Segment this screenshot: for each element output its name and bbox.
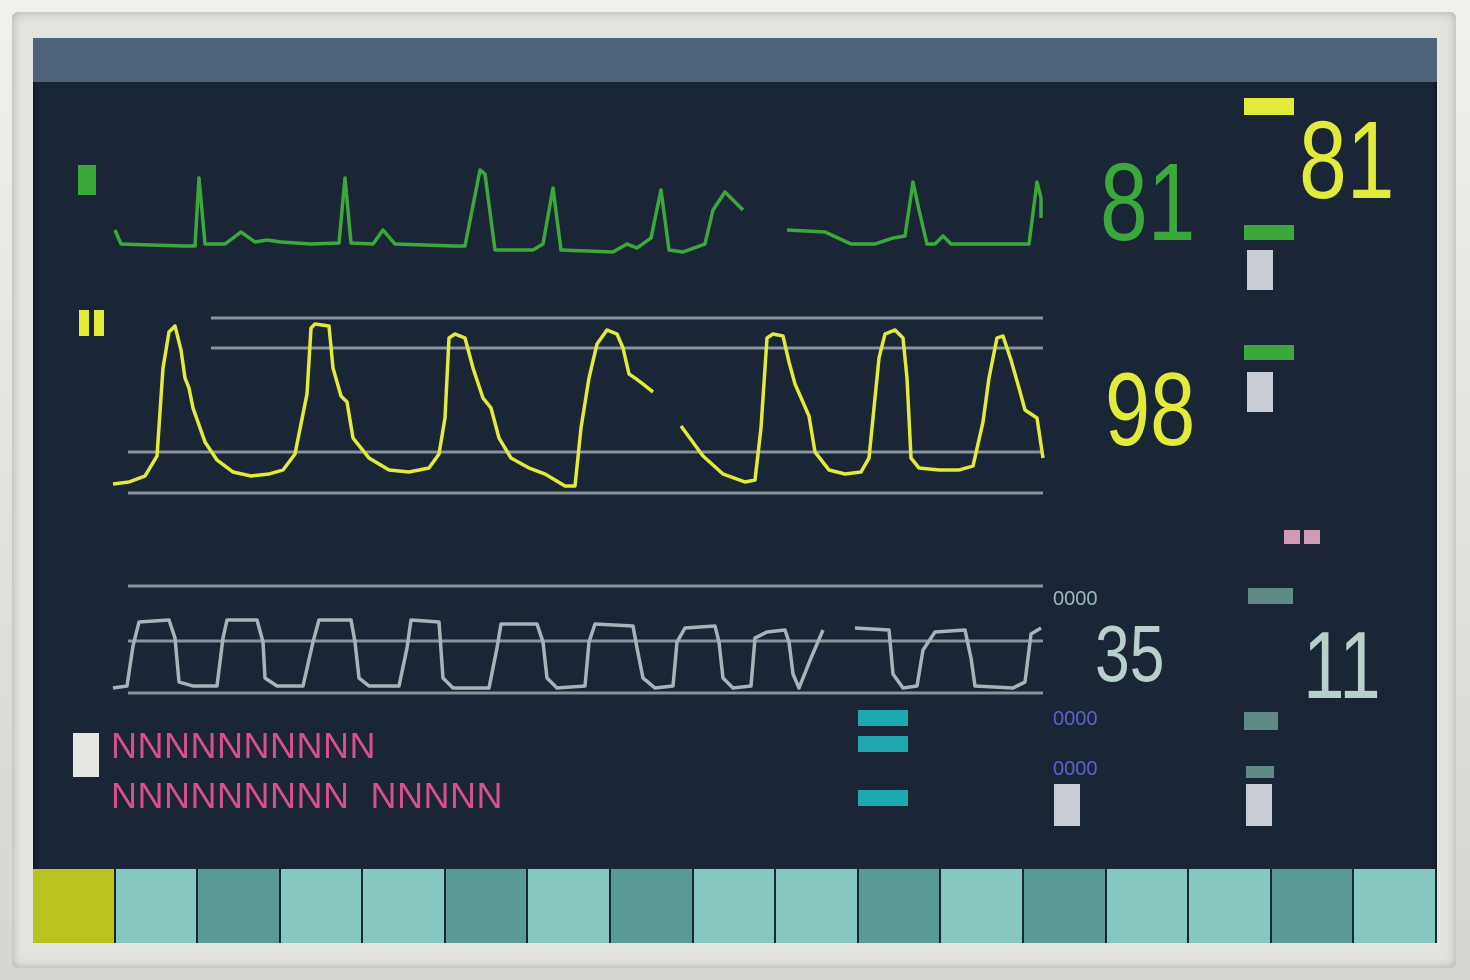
resp-value: 35 xyxy=(1095,609,1165,698)
softkey-4[interactable] xyxy=(280,869,364,943)
softkey-17[interactable] xyxy=(1354,869,1437,943)
right-gray-block-3 xyxy=(1246,784,1272,826)
cyan-marker-3 xyxy=(858,790,908,806)
softkey-8[interactable] xyxy=(611,869,694,943)
right-bottom-value: 11 xyxy=(1303,612,1381,719)
pleth-channel-marker xyxy=(79,310,89,336)
right-green-bar-2 xyxy=(1244,345,1294,360)
cyan-marker-1 xyxy=(858,710,908,726)
softkey-bar xyxy=(33,869,1437,943)
alarm-indicator xyxy=(73,733,99,777)
pink-indicator-1 xyxy=(1284,530,1300,544)
cyan-marker-2 xyxy=(858,736,908,752)
right-teal-bar-1 xyxy=(1248,588,1293,604)
right-top-bar-indicator xyxy=(1244,98,1294,115)
softkey-11[interactable] xyxy=(858,869,942,943)
pleth-channel-marker-2 xyxy=(94,310,104,336)
softkey-9[interactable] xyxy=(693,869,777,943)
ecg-waveform xyxy=(113,168,1043,254)
ecg-hr-value: 81 xyxy=(1100,141,1196,264)
softkey-15[interactable] xyxy=(1189,869,1272,943)
softkey-1[interactable] xyxy=(33,869,116,943)
softkey-10[interactable] xyxy=(776,869,859,943)
softkey-14[interactable] xyxy=(1106,869,1190,943)
right-teal-bar-3 xyxy=(1246,766,1274,778)
middle-gray-block xyxy=(1054,784,1080,826)
softkey-2[interactable] xyxy=(115,869,199,943)
softkey-16[interactable] xyxy=(1271,869,1355,943)
right-gray-block-1 xyxy=(1247,250,1273,290)
monitor-screen: 81 98 35 81 11 0000 0000 0000 NNNNNNNNNN… xyxy=(33,38,1437,943)
softkey-13[interactable] xyxy=(1023,869,1107,943)
softkey-5[interactable] xyxy=(363,869,446,943)
pleth-spo2-value: 98 xyxy=(1105,352,1196,468)
alarm-message-line-1: NNNNNNNNNN xyxy=(111,725,376,766)
pink-indicator-2 xyxy=(1304,530,1320,544)
right-top-value: 81 xyxy=(1299,99,1395,222)
resp-waveform xyxy=(112,618,1042,690)
ecg-channel-marker xyxy=(78,165,96,195)
right-green-bar-1 xyxy=(1244,225,1294,240)
resp-upper-label: 0000 xyxy=(1053,588,1098,610)
alarm-message-line-2: NNNNNNNNN NNNNN xyxy=(111,775,503,816)
lower-label-1: 0000 xyxy=(1053,708,1098,730)
right-gray-block-2 xyxy=(1247,372,1273,412)
softkey-7[interactable] xyxy=(528,869,612,943)
right-teal-bar-2 xyxy=(1244,712,1278,730)
lower-label-2: 0000 xyxy=(1053,758,1098,780)
softkey-12[interactable] xyxy=(941,869,1024,943)
softkey-6[interactable] xyxy=(445,869,529,943)
softkey-3[interactable] xyxy=(198,869,281,943)
